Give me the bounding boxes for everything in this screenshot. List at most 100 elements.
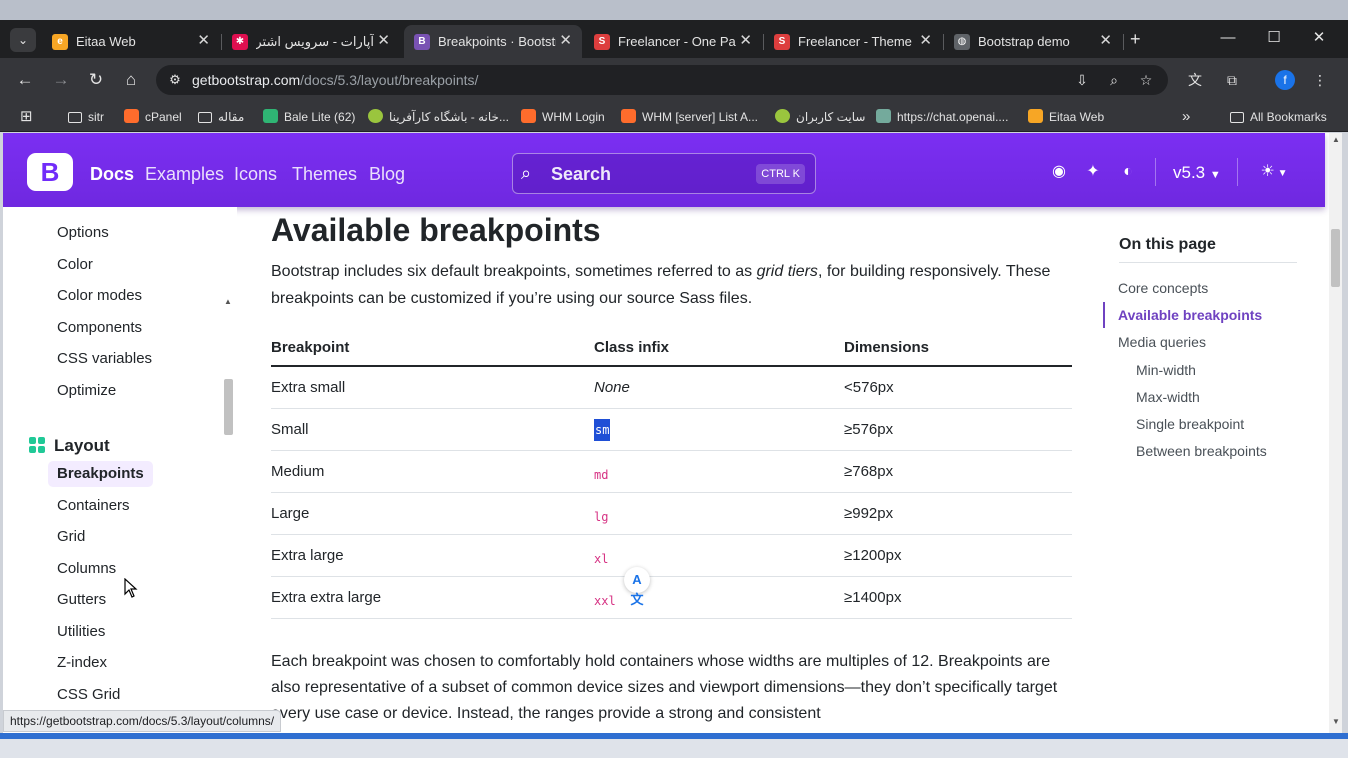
sidebar-item-color-modes[interactable]: Color modes [57, 286, 142, 306]
close-tab-icon[interactable]: ✕ [197, 32, 210, 50]
toc-link-max-width[interactable]: Max-width [1136, 388, 1200, 406]
twitter-icon[interactable]: ✦ [1082, 161, 1104, 183]
zoom-icon[interactable]: ⌕ [1104, 70, 1124, 90]
maximize-icon: ☐ [1267, 29, 1281, 46]
sidebar-item-columns[interactable]: Columns [57, 559, 116, 579]
globe-icon: ◍ [954, 34, 970, 50]
address-url[interactable]: getbootstrap.com/docs/5.3/layout/breakpo… [192, 72, 478, 88]
tab-search-dropdown[interactable]: ⌄ [10, 28, 36, 52]
sidebar-scrollbar[interactable]: ▲ ▼ [222, 295, 235, 733]
back-button[interactable]: ← [14, 69, 36, 91]
close-tab-icon[interactable]: ✕ [377, 32, 390, 50]
toc-link-min-width[interactable]: Min-width [1136, 361, 1196, 379]
translate-popup-button[interactable]: A文 [624, 567, 650, 607]
install-app-icon[interactable]: ⇩ [1072, 70, 1092, 90]
bootstrap-logo[interactable]: B [27, 153, 73, 191]
profile-avatar[interactable]: f [1275, 70, 1295, 90]
theme-toggle[interactable]: ☀ ▼ [1257, 161, 1291, 183]
sidebar-item-containers[interactable]: Containers [57, 496, 130, 516]
cell-class-infix: xl [594, 552, 609, 566]
chevron-down-icon: ⌄ [17, 33, 29, 47]
docs-search-button[interactable]: ⌕ Search CTRL K [512, 153, 816, 194]
toc-link-available-breakpoints[interactable]: Available breakpoints [1118, 306, 1262, 324]
sidebar-item-grid[interactable]: Grid [57, 527, 85, 547]
browser-tab[interactable]: ◍ Bootstrap demo ✕ [944, 25, 1124, 58]
browser-tab[interactable]: ✱ آپارات - سرویس اشتراک✕ [222, 25, 400, 58]
sidebar-item-components[interactable]: Components [57, 318, 142, 338]
translate-extension-icon[interactable]: 文 [1185, 70, 1205, 90]
bookmark-item[interactable]: خانه - باشگاه کارآفرینا... [368, 108, 509, 126]
search-label: Search [551, 164, 612, 184]
sidebar-item-breakpoints[interactable]: Breakpoints [48, 461, 153, 487]
close-tab-icon[interactable]: ✕ [919, 32, 932, 50]
bookmark-item[interactable]: WHM Login [521, 108, 605, 126]
site-info-icon[interactable]: ⚙ [166, 71, 184, 89]
table-row: Extra extra large xxl ≥1400px [271, 577, 1072, 619]
tab-title: Freelancer - One Page [618, 34, 736, 49]
bookmark-item[interactable]: مقاله [198, 108, 244, 126]
more-bookmarks-icon[interactable]: » [1182, 108, 1190, 126]
address-bar[interactable]: ⚙ getbootstrap.com/docs/5.3/layout/break… [156, 65, 1168, 95]
scroll-up-icon[interactable]: ▲ [1332, 135, 1340, 144]
nav-link-themes[interactable]: Themes [292, 163, 357, 185]
bookmark-item[interactable]: سایت کاربران [775, 108, 865, 126]
extensions-puzzle-icon[interactable]: ⧉ [1222, 70, 1242, 90]
bookmark-item[interactable]: WHM [server] List A... [621, 108, 758, 126]
forward-button[interactable]: → [50, 69, 72, 91]
sidebar-item-color[interactable]: Color [57, 255, 93, 275]
close-window-button[interactable]: ✕ [1309, 28, 1329, 48]
bookmark-item[interactable]: https://chat.openai.... [876, 108, 1008, 126]
sidebar-item-gutters[interactable]: Gutters [57, 590, 106, 610]
apps-grid-icon[interactable]: ⊞ [20, 108, 33, 126]
new-tab-button[interactable]: + [1130, 29, 1141, 49]
sidebar-item-css-variables[interactable]: CSS variables [57, 349, 152, 369]
toc-link-media-queries[interactable]: Media queries [1118, 333, 1206, 351]
bookmark-label: WHM Login [542, 110, 605, 124]
page-scroll-thumb[interactable] [1331, 229, 1340, 287]
scroll-up-icon[interactable]: ▲ [224, 297, 232, 306]
sidebar-item-options[interactable]: Options [57, 223, 109, 243]
browser-tab[interactable]: e Eitaa Web ✕ [42, 25, 222, 58]
bookmark-item[interactable]: Eitaa Web [1028, 108, 1104, 126]
nav-link-icons[interactable]: Icons [234, 163, 277, 185]
sidebar-item-utilities[interactable]: Utilities [57, 622, 105, 642]
sidebar-section-layout[interactable]: Layout [29, 435, 110, 457]
opencollective-icon[interactable]: ◐ [1117, 161, 1139, 183]
close-tab-icon[interactable]: ✕ [1099, 32, 1112, 50]
minimize-button[interactable]: — [1218, 28, 1238, 48]
sidebar-item-optimize[interactable]: Optimize [57, 381, 116, 401]
cell-dimensions: ≥768px [844, 463, 894, 480]
bookmark-star-icon[interactable]: ☆ [1136, 70, 1156, 90]
toc-link-core-concepts[interactable]: Core concepts [1118, 279, 1208, 297]
browser-tab[interactable]: S Freelancer - Theme Pre✕ [764, 25, 944, 58]
browser-tab[interactable]: S Freelancer - One Page✕ [584, 25, 764, 58]
nav-link-docs[interactable]: Docs [90, 163, 134, 185]
page-scrollbar[interactable]: ▲ ▼ [1329, 133, 1342, 733]
bookmark-item[interactable]: Bale Lite (62) [263, 108, 355, 126]
tab-title: Breakpoints · Bootstrap [438, 34, 556, 49]
toc-link-single-breakpoint[interactable]: Single breakpoint [1136, 415, 1244, 433]
scroll-down-icon[interactable]: ▼ [1332, 717, 1340, 726]
all-bookmarks-button[interactable]: All Bookmarks [1230, 108, 1327, 126]
menu-kebab-icon[interactable]: ⋮ [1310, 70, 1330, 90]
version-dropdown[interactable]: v5.3 ▼ [1173, 162, 1221, 186]
nav-link-blog[interactable]: Blog [369, 163, 405, 185]
nav-link-examples[interactable]: Examples [145, 163, 224, 185]
cell-class-infix: xxl [594, 594, 616, 608]
close-tab-icon[interactable]: ✕ [739, 32, 752, 50]
cell-dimensions: ≥576px [844, 421, 894, 438]
close-tab-icon[interactable]: ✕ [559, 32, 572, 50]
bookmark-item[interactable]: cPanel [124, 108, 182, 126]
home-button[interactable]: ⌂ [120, 69, 142, 91]
sidebar-scroll-thumb[interactable] [224, 379, 233, 435]
toc-link-between-breakpoints[interactable]: Between breakpoints [1136, 442, 1267, 460]
github-icon[interactable]: ◉ [1048, 161, 1070, 183]
sidebar-item-css-grid[interactable]: CSS Grid [57, 685, 120, 705]
maximize-button[interactable]: ☐ [1264, 28, 1284, 48]
bookmark-item[interactable]: sitr [68, 108, 104, 126]
sidebar-item-z-index[interactable]: Z-index [57, 653, 107, 673]
cell-breakpoint: Large [271, 505, 310, 522]
browser-tab[interactable]: B Breakpoints · Bootstrap✕ [404, 25, 582, 58]
reload-button[interactable]: ↻ [85, 69, 107, 91]
toc-heading: On this page [1119, 236, 1216, 253]
